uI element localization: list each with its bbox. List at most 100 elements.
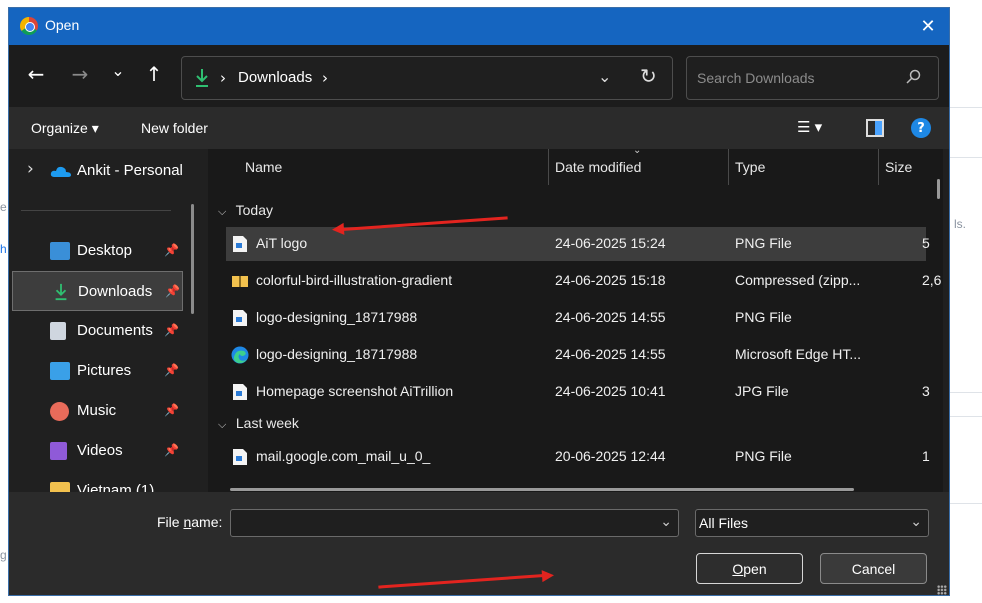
address-bar[interactable]: › Downloads › ⌄ ↻ <box>181 56 673 100</box>
sidebar-item-music[interactable]: Music 📌 <box>12 391 183 431</box>
address-dropdown-icon[interactable]: ⌄ <box>598 67 611 86</box>
file-list: Name ⌄ Date modified Type Size ⌵ Today A… <box>208 149 943 492</box>
file-type: PNG File <box>735 309 792 325</box>
png-file-icon <box>233 236 247 252</box>
help-button[interactable]: ? <box>911 118 931 138</box>
file-date: 24-06-2025 15:24 <box>555 235 666 251</box>
sidebar-item-videos[interactable]: Videos 📌 <box>12 431 183 471</box>
documents-icon <box>50 322 66 340</box>
forward-button[interactable]: → <box>65 59 95 89</box>
file-list-vertical-scrollbar[interactable] <box>937 179 940 199</box>
file-list-horizontal-scrollbar[interactable] <box>230 488 854 491</box>
organize-button[interactable]: Organize ▾ <box>31 120 99 137</box>
file-type: Compressed (zipp... <box>735 272 861 288</box>
help-icon: ? <box>917 120 925 136</box>
sidebar-divider <box>21 210 171 211</box>
file-name: logo-designing_18717988 <box>256 309 418 325</box>
sidebar-item-desktop[interactable]: Desktop 📌 <box>12 231 183 271</box>
up-button[interactable]: ↑ <box>139 59 169 89</box>
bg-text-fragment: h <box>0 242 7 256</box>
bg-divider <box>950 416 982 417</box>
group-header-last-week[interactable]: ⌵ Last week <box>218 415 299 432</box>
sidebar-item-label: Desktop <box>77 242 133 259</box>
close-button[interactable]: ✕ <box>907 8 949 45</box>
sidebar-item-vietnam[interactable]: Vietnam (1) <box>12 471 183 492</box>
sidebar-item-pictures[interactable]: Pictures 📌 <box>12 351 183 391</box>
file-name-dropdown-icon[interactable]: ⌄ <box>660 514 672 530</box>
sidebar-item-label: Videos <box>77 442 123 459</box>
dialog-title: Open <box>45 17 80 33</box>
navigation-bar: ← → ⌄ ↑ › Downloads › ⌄ ↻ Search Downloa… <box>9 45 949 107</box>
png-file-icon <box>233 449 247 465</box>
breadcrumb-downloads[interactable]: Downloads <box>238 69 312 86</box>
file-type-select[interactable]: All Files ⌄ <box>695 509 929 537</box>
refresh-icon[interactable]: ↻ <box>640 64 657 88</box>
column-divider[interactable] <box>728 149 729 185</box>
file-type-dropdown-icon: ⌄ <box>910 514 922 530</box>
file-name: AiT logo <box>256 235 308 251</box>
file-row[interactable]: Homepage screenshot AiTrillion 24-06-202… <box>226 375 930 409</box>
sidebar-item-label: Music <box>77 402 117 419</box>
file-name-label: File name: <box>157 514 223 530</box>
column-header-type[interactable]: Type <box>735 159 765 175</box>
column-divider[interactable] <box>878 149 879 185</box>
pin-icon[interactable]: 📌 <box>164 403 179 417</box>
sort-indicator-icon: ⌄ <box>633 149 642 156</box>
column-divider[interactable] <box>548 149 549 185</box>
bg-divider <box>950 503 982 504</box>
resize-grip-icon[interactable] <box>937 585 947 595</box>
file-row[interactable]: AiT logo 24-06-2025 15:24 PNG File 5 <box>226 227 930 261</box>
open-button[interactable]: Open <box>696 553 803 584</box>
file-row[interactable]: mail.google.com_mail_u_0_ 20-06-2025 12:… <box>226 440 930 474</box>
group-label: Today <box>235 202 273 218</box>
file-name: Homepage screenshot AiTrillion <box>256 383 454 399</box>
music-icon <box>50 402 69 421</box>
search-box[interactable]: Search Downloads <box>686 56 939 100</box>
pin-icon[interactable]: 📌 <box>164 363 179 377</box>
file-row[interactable]: logo-designing_18717988 24-06-2025 14:55… <box>226 301 926 335</box>
file-name: colorful-bird-illustration-gradient <box>256 272 453 288</box>
pin-icon[interactable]: 📌 <box>164 243 179 257</box>
chrome-icon <box>20 17 38 35</box>
recent-locations-button[interactable]: ⌄ <box>103 55 133 85</box>
column-header-date[interactable]: Date modified <box>555 159 641 175</box>
back-button[interactable]: ← <box>21 59 51 89</box>
pin-icon[interactable]: 📌 <box>164 443 179 457</box>
file-type: PNG File <box>735 235 792 251</box>
bg-text-fragment: e <box>0 200 7 214</box>
file-row[interactable]: colorful-bird-illustration-gradient 24-0… <box>226 264 941 298</box>
pin-icon[interactable]: 📌 <box>164 323 179 337</box>
sidebar-item-label: Vietnam (1) <box>77 482 155 492</box>
group-label: Last week <box>235 415 299 431</box>
file-date: 24-06-2025 14:55 <box>555 346 666 362</box>
cancel-button[interactable]: Cancel <box>820 553 927 584</box>
collapse-chevron-icon: ⌵ <box>218 419 227 431</box>
file-name-input[interactable]: ⌄ <box>230 509 679 537</box>
file-row[interactable]: logo-designing_18717988 24-06-2025 14:55… <box>226 338 926 372</box>
file-date: 24-06-2025 14:55 <box>555 309 666 325</box>
column-header-size[interactable]: Size <box>885 159 912 175</box>
view-options-button[interactable]: ☰ ▾ <box>797 118 822 136</box>
sidebar-item-label: Documents <box>77 322 153 339</box>
column-header-name[interactable]: Name <box>245 159 282 175</box>
bg-divider <box>950 157 982 158</box>
pictures-icon <box>50 362 70 380</box>
png-file-icon <box>233 310 247 326</box>
file-size: 5 <box>922 235 930 251</box>
file-name: logo-designing_18717988 <box>256 346 418 362</box>
sidebar-item-label: Pictures <box>77 362 132 379</box>
pin-icon[interactable]: 📌 <box>165 284 180 298</box>
sidebar-item-label: Downloads <box>78 283 153 300</box>
preview-pane-button[interactable] <box>866 119 884 137</box>
file-type: JPG File <box>735 383 789 399</box>
sidebar-item-onedrive[interactable]: › Ankit - Personal <box>12 151 183 191</box>
sidebar-scrollbar[interactable] <box>191 204 194 314</box>
navigation-pane: › Ankit - Personal Desktop 📌 Downloads 📌… <box>9 149 199 492</box>
group-header-today[interactable]: ⌵ Today <box>218 202 273 219</box>
expand-chevron-icon[interactable]: › <box>27 159 34 179</box>
sidebar-item-downloads[interactable]: Downloads 📌 <box>12 271 183 311</box>
new-folder-button[interactable]: New folder <box>141 120 208 136</box>
sidebar-item-documents[interactable]: Documents 📌 <box>12 311 183 351</box>
breadcrumb-separator-icon[interactable]: › <box>322 69 328 87</box>
bg-text-fragment: ls. <box>954 217 966 231</box>
